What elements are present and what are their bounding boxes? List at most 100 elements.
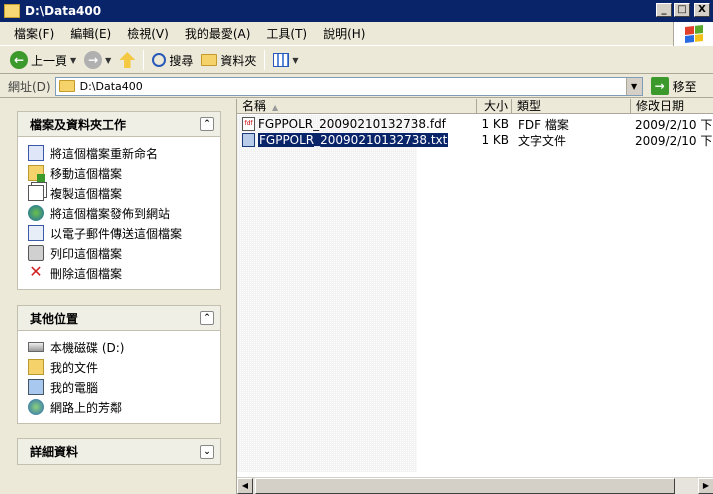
views-icon <box>273 53 290 67</box>
menu-tools[interactable]: 工具(T) <box>258 25 315 42</box>
other-places-title: 其他位置 <box>30 311 79 326</box>
fdf-file-icon: fdf <box>242 117 255 131</box>
window-title: D:\Data400 <box>25 4 102 18</box>
menu-favorites[interactable]: 我的最愛(A) <box>177 25 259 42</box>
scroll-right-button[interactable]: ▶ <box>698 478 713 494</box>
file-row-selected[interactable]: FGPPOLR_20090210132738.txt 1 KB 文字文件 200… <box>237 132 713 148</box>
file-type: FDF 檔案 <box>518 117 569 132</box>
task-label: 以電子郵件傳送這個檔案 <box>50 226 183 241</box>
back-button[interactable]: ← 上一頁 ▼ <box>6 49 80 71</box>
menu-file[interactable]: 檔案(F) <box>6 25 62 42</box>
forward-arrow-icon: → <box>84 51 103 69</box>
place-network[interactable]: 網路上的芳鄰 <box>28 397 220 417</box>
toolbar: ← 上一頁 ▼ → ▼ 搜尋 資料夾 ▼ <box>0 47 713 74</box>
other-places-panel: 其他位置 ⌃ 本機磁碟 (D:) 我的文件 我的電腦 網路上的芳鄰 <box>17 305 221 424</box>
file-name-cell: FGPPOLR_20090210132738.txt <box>237 133 477 147</box>
file-tasks-header[interactable]: 檔案及資料夾工作 ⌃ <box>18 112 220 137</box>
windows-flag-icon <box>684 25 703 43</box>
file-name-cell: fdf FGPPOLR_20090210132738.fdf <box>237 117 477 131</box>
task-email[interactable]: 以電子郵件傳送這個檔案 <box>28 223 220 243</box>
place-label: 我的電腦 <box>50 380 99 395</box>
chevron-up-icon[interactable]: ⌃ <box>200 311 214 325</box>
folder-icon <box>58 80 75 92</box>
title-bar[interactable]: D:\Data400 _ □ X <box>0 0 713 22</box>
close-button[interactable]: X <box>694 3 710 17</box>
task-label: 刪除這個檔案 <box>50 266 123 281</box>
copy-icon <box>28 185 44 201</box>
chevron-down-icon[interactable]: ▼ <box>70 56 76 65</box>
scroll-track[interactable] <box>253 478 698 494</box>
column-label: 名稱 <box>242 99 267 113</box>
task-move[interactable]: 移動這個檔案 <box>28 163 220 183</box>
details-title: 詳細資料 <box>30 445 79 459</box>
address-input[interactable]: D:\Data400 ▼ <box>54 76 643 96</box>
search-icon <box>152 53 167 67</box>
column-header-modified[interactable]: 修改日期 <box>631 99 713 113</box>
menu-edit[interactable]: 編輯(E) <box>62 25 119 42</box>
task-pane: 檔案及資料夾工作 ⌃ 將這個檔案重新命名 移動這個檔案 複製這個檔案 將這個檔案… <box>0 99 236 494</box>
file-size: 1 KB <box>481 133 509 147</box>
horizontal-scrollbar[interactable]: ◀ ▶ <box>237 477 713 494</box>
chevron-down-icon: ▼ <box>292 55 299 65</box>
go-arrow-icon: → <box>650 77 669 95</box>
print-icon <box>28 245 44 261</box>
maximize-button[interactable]: □ <box>674 3 690 17</box>
place-my-computer[interactable]: 我的電腦 <box>28 377 220 397</box>
go-button[interactable]: → 移至 <box>650 77 697 95</box>
task-label: 將這個檔案發佈到網站 <box>50 206 171 221</box>
column-header-size[interactable]: 大小 <box>477 99 512 113</box>
menu-help[interactable]: 說明(H) <box>315 25 373 42</box>
place-local-disk[interactable]: 本機磁碟 (D:) <box>28 337 220 357</box>
address-value: D:\Data400 <box>79 79 143 93</box>
up-folder-button[interactable] <box>115 49 139 71</box>
chevron-up-icon[interactable]: ⌃ <box>200 117 214 131</box>
go-label: 移至 <box>672 79 697 94</box>
task-label: 複製這個檔案 <box>50 186 123 201</box>
place-label: 網路上的芳鄰 <box>50 400 123 415</box>
file-type: 文字文件 <box>518 133 567 148</box>
column-header-name[interactable]: 名稱 ▲ <box>237 99 477 113</box>
views-button[interactable]: ▼ <box>269 49 302 71</box>
file-modified: 2009/2/10 下午 <box>635 133 713 148</box>
chevron-down-icon[interactable]: ⌄ <box>200 444 214 459</box>
folder-icon <box>4 4 20 18</box>
other-places-header[interactable]: 其他位置 ⌃ <box>18 306 220 331</box>
address-dropdown-button[interactable]: ▼ <box>625 77 642 95</box>
task-publish-web[interactable]: 將這個檔案發佈到網站 <box>28 203 220 223</box>
my-computer-icon <box>28 379 44 395</box>
toolbar-separator <box>264 50 266 70</box>
task-copy[interactable]: 複製這個檔案 <box>28 183 220 203</box>
task-delete[interactable]: ✕ 刪除這個檔案 <box>28 263 220 283</box>
folders-button[interactable]: 資料夾 <box>197 49 260 71</box>
task-print[interactable]: 列印這個檔案 <box>28 243 220 263</box>
chevron-down-icon[interactable]: ▼ <box>105 56 111 65</box>
drive-icon <box>28 342 44 352</box>
my-documents-icon <box>28 359 44 375</box>
menu-view[interactable]: 檢視(V) <box>119 25 177 42</box>
file-size: 1 KB <box>481 117 509 131</box>
windows-logo <box>673 22 713 46</box>
task-label: 將這個檔案重新命名 <box>50 146 159 161</box>
column-header-type[interactable]: 類型 <box>512 99 631 113</box>
details-panel: 詳細資料 ⌄ <box>17 438 221 465</box>
forward-button[interactable]: → ▼ <box>80 49 115 71</box>
network-icon <box>28 399 44 415</box>
scroll-thumb[interactable] <box>255 478 675 494</box>
task-rename[interactable]: 將這個檔案重新命名 <box>28 143 220 163</box>
back-arrow-icon: ← <box>10 51 28 69</box>
text-file-icon <box>242 133 255 147</box>
publish-web-icon <box>28 205 44 221</box>
file-name: FGPPOLR_20090210132738.txt <box>256 133 450 147</box>
file-modified: 2009/2/10 下午 <box>635 117 713 132</box>
details-header[interactable]: 詳細資料 ⌄ <box>18 439 220 464</box>
file-tasks-panel: 檔案及資料夾工作 ⌃ 將這個檔案重新命名 移動這個檔案 複製這個檔案 將這個檔案… <box>17 111 221 290</box>
scroll-left-button[interactable]: ◀ <box>237 478 253 494</box>
task-label: 移動這個檔案 <box>50 166 123 181</box>
minimize-button[interactable]: _ <box>656 3 672 17</box>
file-row[interactable]: fdf FGPPOLR_20090210132738.fdf 1 KB FDF … <box>237 116 713 132</box>
place-my-documents[interactable]: 我的文件 <box>28 357 220 377</box>
sort-ascending-icon: ▲ <box>272 103 279 112</box>
search-button[interactable]: 搜尋 <box>148 49 197 71</box>
place-label: 本機磁碟 (D:) <box>50 340 125 355</box>
address-label: 網址(D) <box>8 79 51 94</box>
